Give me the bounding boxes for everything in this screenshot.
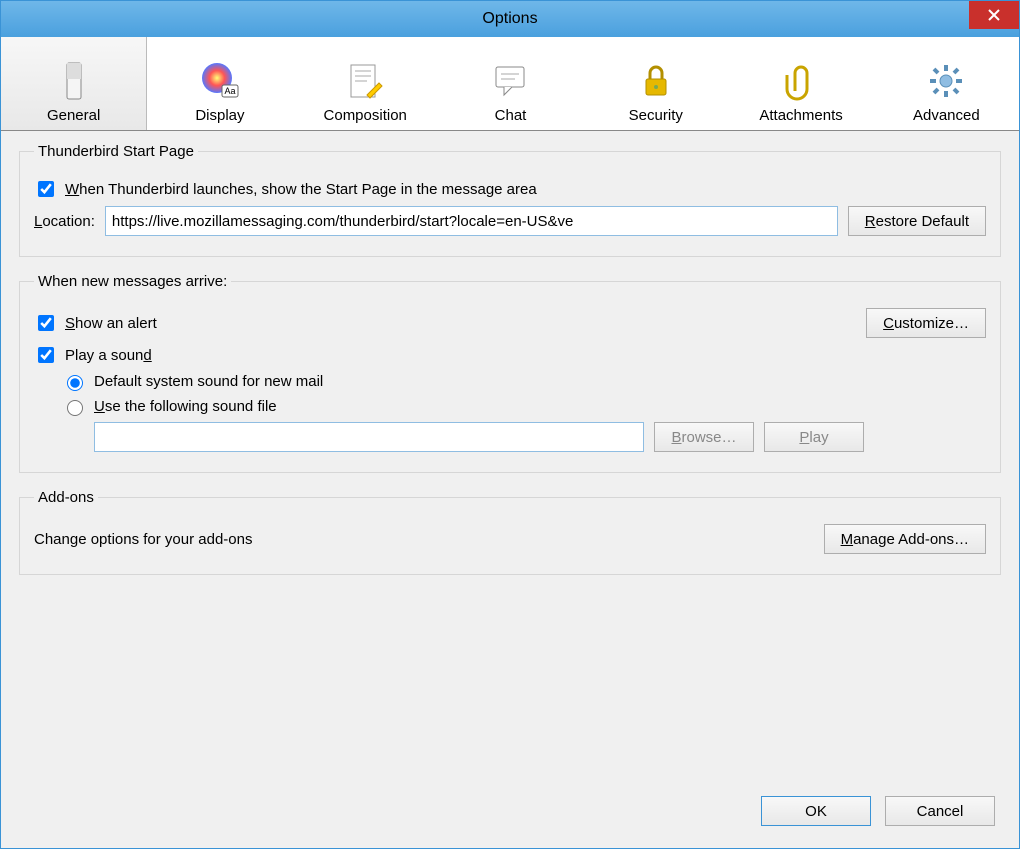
- tab-chat[interactable]: Chat: [438, 37, 583, 130]
- play-sound-checkbox[interactable]: [38, 347, 54, 363]
- content-area: Thunderbird Start Page When Thunderbird …: [1, 131, 1019, 778]
- cancel-button[interactable]: Cancel: [885, 796, 995, 826]
- close-button[interactable]: [969, 1, 1019, 29]
- tab-label: Composition: [324, 107, 407, 124]
- titlebar: Options: [1, 1, 1019, 37]
- close-icon: [988, 9, 1000, 21]
- customize-button[interactable]: Customize…: [866, 308, 986, 338]
- composition-icon: [345, 61, 385, 101]
- group-legend: When new messages arrive:: [34, 273, 231, 290]
- general-icon: [54, 61, 94, 101]
- tab-label: Advanced: [913, 107, 980, 124]
- group-legend: Thunderbird Start Page: [34, 143, 198, 160]
- custom-sound-radio[interactable]: [67, 400, 83, 416]
- show-alert-label[interactable]: Show an alert: [34, 312, 157, 334]
- tab-composition[interactable]: Composition: [293, 37, 438, 130]
- show-alert-checkbox[interactable]: [38, 315, 54, 331]
- browse-button[interactable]: Browse…: [654, 422, 754, 452]
- location-input[interactable]: [105, 206, 838, 236]
- soundfile-input[interactable]: [94, 422, 644, 452]
- svg-text:Aa: Aa: [224, 86, 235, 96]
- default-sound-label[interactable]: Default system sound for new mail: [62, 372, 323, 391]
- tab-security[interactable]: Security: [583, 37, 728, 130]
- addons-desc: Change options for your add-ons: [34, 531, 252, 548]
- tab-label: Security: [629, 107, 683, 124]
- display-icon: Aa: [200, 61, 240, 101]
- security-icon: [636, 61, 676, 101]
- chat-icon: [490, 61, 530, 101]
- location-label: Location:: [34, 213, 95, 230]
- tab-label: Attachments: [759, 107, 842, 124]
- startpage-checkbox-label[interactable]: When Thunderbird launches, show the Star…: [34, 178, 537, 200]
- restore-default-button[interactable]: Restore Default: [848, 206, 986, 236]
- custom-sound-label[interactable]: Use the following sound file: [62, 397, 277, 416]
- tab-display[interactable]: Aa Display: [147, 37, 292, 130]
- tab-label: General: [47, 107, 100, 124]
- tab-advanced[interactable]: Advanced: [874, 37, 1019, 130]
- tabstrip: General Aa Display Composition Chat: [1, 37, 1019, 131]
- tab-general[interactable]: General: [1, 37, 147, 130]
- tab-attachments[interactable]: Attachments: [728, 37, 873, 130]
- attachments-icon: [781, 61, 821, 101]
- window-title: Options: [1, 10, 1019, 28]
- dialog-footer: OK Cancel: [1, 778, 1019, 848]
- ok-button[interactable]: OK: [761, 796, 871, 826]
- tab-label: Chat: [495, 107, 527, 124]
- group-start-page: Thunderbird Start Page When Thunderbird …: [19, 143, 1001, 257]
- play-sound-label[interactable]: Play a sound: [34, 344, 152, 366]
- manage-addons-button[interactable]: Manage Add-ons…: [824, 524, 986, 554]
- group-new-messages: When new messages arrive: Show an alert …: [19, 273, 1001, 473]
- options-window: Options General Aa Display: [0, 0, 1020, 849]
- default-sound-radio[interactable]: [67, 375, 83, 391]
- tab-label: Display: [195, 107, 244, 124]
- group-addons: Add-ons Change options for your add-ons …: [19, 489, 1001, 575]
- advanced-icon: [926, 61, 966, 101]
- play-button[interactable]: Play: [764, 422, 864, 452]
- group-legend: Add-ons: [34, 489, 98, 506]
- startpage-checkbox[interactable]: [38, 181, 54, 197]
